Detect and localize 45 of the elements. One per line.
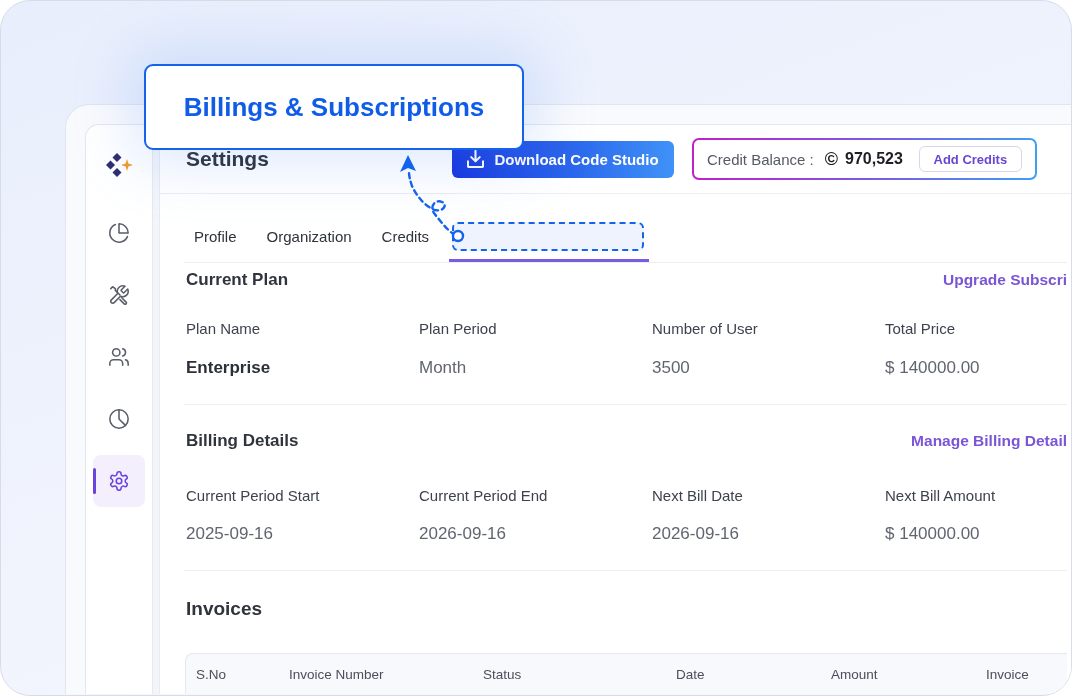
column-header: Date: [676, 667, 706, 682]
download-icon: [467, 150, 485, 168]
page-title: Settings: [186, 147, 270, 171]
section-title: Billing Details: [186, 431, 299, 451]
field-value: 2026-09-16: [652, 523, 740, 545]
field-label: Current Period Start: [186, 486, 321, 506]
field-value: 2026-09-16: [419, 523, 507, 545]
tab[interactable]: Credits: [371, 218, 440, 262]
section-title: Invoices: [186, 597, 264, 621]
field-value: Enterprise: [186, 357, 272, 379]
field-label: Next Bill Amount: [885, 486, 997, 506]
field-label: Next Bill Date: [652, 486, 744, 506]
section-title: Current Plan: [186, 270, 289, 290]
add-credits-button[interactable]: Add Credits: [918, 146, 1022, 172]
column-header: Amount: [831, 667, 879, 682]
users-icon: [108, 346, 130, 368]
field-label: Plan Period: [419, 319, 498, 339]
tab[interactable]: Organization: [256, 218, 362, 262]
section-link[interactable]: Manage Billing Detail: [911, 432, 1067, 450]
callout-label: Billings & Subscriptions: [144, 64, 524, 150]
tab[interactable]: Profile: [184, 218, 247, 262]
field-value: $ 140000.00: [885, 357, 981, 379]
sidebar-item[interactable]: [93, 455, 145, 507]
logo-icon: [105, 153, 133, 177]
field-label: Current Period End: [419, 486, 549, 506]
field-label: Number of User: [652, 319, 759, 339]
field-value: Month: [419, 357, 468, 379]
field-value: $ 140000.00: [885, 523, 981, 545]
field-value: 3500: [652, 357, 691, 379]
pie-chart-icon: [108, 222, 130, 244]
field-value: 2025-09-16: [186, 523, 274, 545]
download-button[interactable]: Download Code Studio: [452, 140, 674, 178]
column-header: Invoice Number: [289, 667, 385, 682]
field-label: Total Price: [885, 319, 957, 339]
credit-amount: 970,523: [845, 150, 903, 168]
column-header: Invoice: [986, 667, 1030, 682]
column-header: S.No: [196, 667, 227, 682]
field-label: Plan Name: [186, 319, 262, 339]
credit-balance-label: Credit Balance :: [707, 150, 814, 168]
credit-symbol: ©: [824, 148, 838, 170]
settings-icon: [108, 470, 130, 492]
tools-icon: [108, 284, 130, 306]
pie-chart-icon: [108, 408, 130, 430]
column-header: Status: [483, 667, 523, 682]
section-link[interactable]: Upgrade Subscri: [942, 271, 1067, 289]
